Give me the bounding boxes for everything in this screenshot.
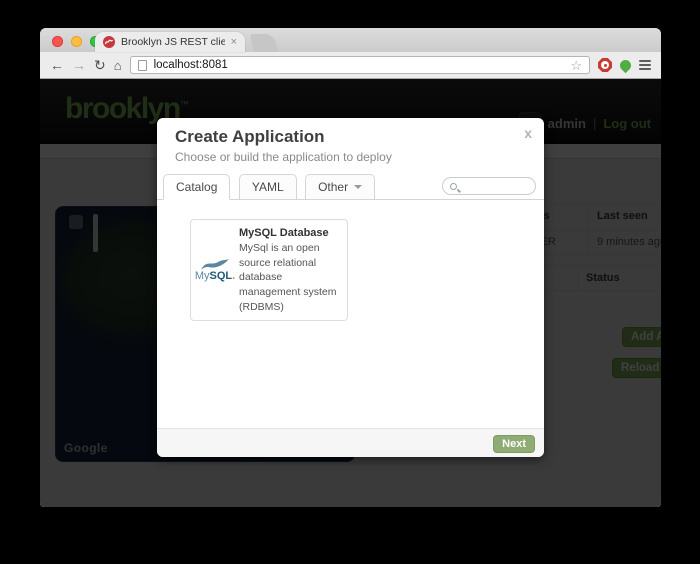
mysql-logo-my: My [195,270,210,282]
brooklyn-favicon-icon [103,36,115,48]
catalog-search-box[interactable] [442,177,536,195]
tab-catalog-label: Catalog [176,180,217,194]
minimize-window-button[interactable] [71,36,82,47]
catalog-item-title: MySQL Database [239,227,341,239]
tab-yaml-label: YAML [252,180,284,194]
search-icon [450,183,457,190]
stop-extension-icon[interactable] [598,58,612,72]
catalog-item-mysql[interactable]: MySQL. MySQL Database MySql is an open s… [190,219,348,321]
tab-title: Brooklyn JS REST client [121,36,225,48]
browser-toolbar: ← → ↻ ⌂ localhost:8081 ☆ [40,52,661,79]
pin-extension-icon[interactable] [618,57,634,73]
catalog-list: MySQL. MySQL Database MySql is an open s… [157,200,544,428]
mysql-logo-sql: SQL [209,270,232,282]
page-viewport: brooklyn™ ? admin | Log out Google [40,79,661,507]
modal-tab-bar: Catalog YAML Other [157,174,544,200]
url-text[interactable]: localhost:8081 [154,59,564,71]
new-tab-button[interactable] [250,34,278,52]
reload-icon[interactable]: ↻ [94,58,106,72]
address-bar[interactable]: localhost:8081 ☆ [130,56,590,74]
tab-other[interactable]: Other [305,174,375,200]
tab-other-label: Other [318,180,348,194]
tab-close-icon[interactable]: × [231,36,237,48]
search-input[interactable] [461,179,528,193]
chevron-down-icon [354,185,362,189]
page-icon [138,60,147,71]
catalog-item-description: MySql is an open source relational datab… [239,241,341,314]
modal-title: Create Application [175,127,526,147]
modal-subtitle: Choose or build the application to deplo… [175,150,526,164]
back-icon[interactable]: ← [50,58,64,72]
mysql-logo-dot: . [232,270,235,282]
forward-icon[interactable]: → [72,58,86,72]
create-application-modal: Create Application Choose or build the a… [157,118,544,457]
home-icon[interactable]: ⌂ [114,59,122,72]
window-controls [52,36,101,47]
browser-menu-icon[interactable] [639,60,651,70]
close-window-button[interactable] [52,36,63,47]
browser-tabstrip: Brooklyn JS REST client × [40,28,661,52]
mysql-logo-icon: MySQL. [191,220,239,320]
modal-close-icon[interactable]: x [524,125,532,141]
tab-yaml[interactable]: YAML [239,174,297,200]
bookmark-star-icon[interactable]: ☆ [570,59,582,72]
browser-window: Brooklyn JS REST client × ← → ↻ ⌂ localh… [40,28,661,507]
tab-catalog[interactable]: Catalog [163,174,230,200]
modal-footer: Next [157,428,544,457]
next-button[interactable]: Next [493,435,535,453]
browser-tab[interactable]: Brooklyn JS REST client × [95,32,245,52]
